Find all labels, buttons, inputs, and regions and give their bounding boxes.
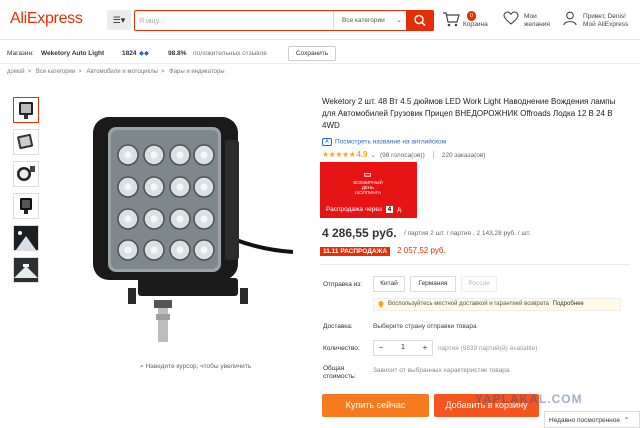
quantity-increase-button[interactable]: +	[418, 341, 432, 355]
promo-days-unit: д.	[397, 206, 403, 213]
positive-pct: 98.8%	[168, 50, 187, 57]
hamburger-icon: ☰▾	[112, 15, 126, 25]
translate-title-link[interactable]: A Посмотреть название на английском	[322, 138, 446, 146]
aliexpress-logo[interactable]: AliExpress	[10, 10, 83, 28]
promo-banner[interactable]: ▭ ВСЕМИРНЫЙ ДЕНЬ ШОППИНГА Распродажа чер…	[320, 162, 417, 218]
translate-link-label: Посмотреть название на английском	[335, 138, 447, 146]
recently-viewed-label: Недавно посмотренное	[549, 417, 620, 424]
promo-text: Распродажа через	[326, 206, 382, 213]
breadcrumb-item[interactable]: Автомобили и мотоциклы	[86, 69, 158, 75]
my-account-label: Мой AliExpress	[583, 21, 629, 28]
quantity-stepper: − 1 +	[373, 340, 433, 356]
local-delivery-notice: Воспользуйтесь местной доставкой и гаран…	[373, 298, 621, 311]
delivery-label: Доставка:	[323, 323, 353, 330]
thumbnail-6[interactable]	[13, 257, 39, 283]
breadcrumb-item[interactable]: Все категории	[36, 69, 75, 75]
rating-row: ★★★★★4.9 ⌄ (98 голоса(ов)) 220 заказа(ов)	[322, 150, 486, 160]
zoom-hint-text: Наведите курсор, чтобы увеличить	[145, 363, 252, 370]
ship-option-russia[interactable]: Россия	[461, 276, 497, 292]
quantity-available: партия (9839 партий(й) available)	[438, 345, 538, 352]
sale-badge: 11.11 РАСПРОДАЖА	[320, 247, 391, 256]
category-select-label: Все категории	[342, 17, 385, 24]
sale-row: 11.11 РАСПРОДАЖА 2 057,52 руб.	[320, 246, 446, 256]
store-label: Магазин:	[7, 50, 34, 57]
delivery-value: Выберите страну отправки товара	[373, 323, 477, 330]
total-label-2: стоимость:	[323, 373, 356, 380]
store-bar: Магазин: Weketory Auto Light 1824 ◆◆ 98.…	[0, 44, 640, 64]
ship-option-china[interactable]: Китай	[373, 276, 405, 292]
location-pin-icon	[378, 301, 384, 308]
recently-viewed-tab[interactable]: Недавно посмотренное ⌃	[544, 411, 640, 428]
promo-line-2: ШОППИНГА	[355, 190, 381, 195]
chevron-down-icon: ⌄	[396, 17, 402, 24]
divider	[320, 264, 630, 265]
wishlist-label-2: желания	[524, 21, 550, 28]
wishlist-label-1: Мои	[524, 13, 537, 20]
divider	[432, 151, 434, 160]
user-icon	[563, 11, 577, 26]
translate-icon: A	[322, 138, 332, 146]
chevron-up-icon: ⌃	[623, 417, 630, 424]
quantity-label: Количество:	[323, 345, 360, 352]
rating-value: 4.9	[356, 150, 368, 159]
promo-days-number: 4	[385, 206, 394, 213]
save-store-button[interactable]: Сохранить	[288, 46, 336, 61]
breadcrumb-item[interactable]: домой	[7, 69, 25, 75]
thumbnail-3[interactable]	[13, 161, 39, 187]
product-title: Weketory 2 шт. 48 Вт 4.5 дюймов LED Work…	[322, 97, 616, 130]
singles-day-logo: ▭ ВСЕМИРНЫЙ ДЕНЬ ШОППИНГА	[348, 170, 388, 195]
cart-icon	[443, 12, 460, 27]
total-value: Зависит от выбранных характеристик товар…	[373, 367, 510, 374]
rating-stars-icon: ★★★★★	[322, 150, 356, 159]
thumbnail-2[interactable]	[13, 129, 39, 155]
search-button[interactable]	[406, 10, 434, 31]
price-per-unit: / партия 2 шт. / партия , 2 143,28 руб. …	[404, 230, 531, 237]
thumbnail-5[interactable]	[13, 225, 39, 251]
votes-link[interactable]: (98 голоса(ов))	[380, 152, 425, 159]
product-price: 4 286,55 руб.	[322, 226, 397, 240]
quantity-input[interactable]: 1	[388, 341, 418, 355]
chevron-down-icon: ⌄	[370, 152, 376, 159]
categories-menu-button[interactable]: ☰▾	[107, 10, 131, 30]
quantity-decrease-button[interactable]: −	[374, 341, 388, 355]
zoom-hint: ⌕ Наведите курсор, чтобы увеличить	[140, 363, 251, 371]
search-icon	[414, 14, 426, 27]
orders-count: 220 заказа(ов)	[441, 152, 486, 159]
thumbnail-4[interactable]	[13, 193, 39, 219]
ship-from-label: Отправка из:	[323, 281, 363, 288]
promo-countdown: Распродажа через 4 д.	[326, 206, 403, 213]
store-name-link[interactable]: Weketory Auto Light	[41, 50, 104, 57]
breadcrumb-item[interactable]: Фары и индикаторы	[169, 69, 224, 75]
greeting-text: Привет, Denis!	[583, 13, 626, 20]
search-bar: Все категории ⌄	[134, 10, 434, 31]
total-label-1: Общая	[323, 365, 345, 372]
cart-count-badge: 0	[467, 11, 477, 21]
notice-more-link[interactable]: Подробнее	[553, 301, 584, 307]
ship-option-germany[interactable]: Германия	[410, 276, 456, 292]
cart-label: Корзина	[463, 21, 488, 28]
category-select[interactable]: Все категории ⌄	[333, 11, 407, 30]
watermark: YAPLAKAL.COM	[475, 392, 583, 406]
diamond-icon: ◆◆	[139, 50, 149, 57]
promo-line-1: ВСЕМИРНЫЙ ДЕНЬ	[353, 180, 383, 190]
search-input[interactable]	[139, 14, 329, 28]
store-score: 1824	[122, 50, 137, 57]
site-header: AliExpress ☰▾ Все категории ⌄ 0 Корзина …	[0, 0, 640, 40]
heart-icon	[503, 11, 519, 25]
buy-now-button[interactable]: Купить сейчас	[322, 394, 429, 417]
main-product-image[interactable]	[88, 100, 308, 350]
breadcrumb: домой > Все категории > Автомобили и мотоц…	[7, 69, 225, 75]
positive-label: положительных отзывов	[193, 50, 267, 57]
sale-price: 2 057,52 руб.	[397, 246, 446, 255]
thumbnail-1[interactable]	[13, 97, 39, 123]
notice-text: Воспользуйтесь местной доставкой и гаран…	[388, 301, 549, 307]
